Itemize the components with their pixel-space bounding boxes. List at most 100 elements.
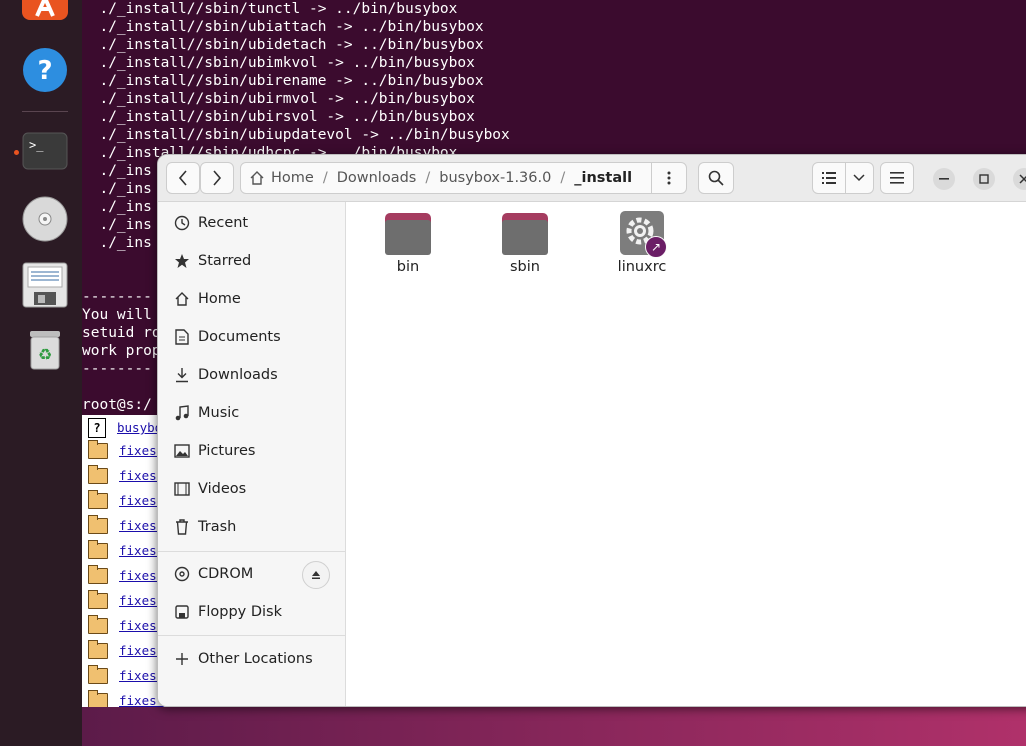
sidebar-item-other-locations[interactable]: Other Locations (158, 642, 345, 676)
help-icon[interactable]: ? (22, 47, 68, 93)
minimize-icon (939, 178, 949, 180)
disc-icon (174, 566, 190, 582)
folder-icon (501, 211, 549, 255)
folder-icon (384, 211, 432, 255)
sidebar-item-home[interactable]: Home (158, 282, 345, 316)
executable-link-icon: ↗ (618, 211, 667, 258)
app-center-icon[interactable] (22, 0, 68, 36)
list-item: fixes- (88, 613, 164, 638)
clock-icon (174, 215, 190, 231)
path-segment-current[interactable]: _install (568, 170, 638, 186)
file-view[interactable]: bin sbin ↗ linuxrc (346, 202, 1026, 706)
terminal-line: ./_install//sbin/ubirename -> ../bin/bus… (82, 73, 484, 89)
picture-icon (174, 444, 190, 458)
view-toggle-button[interactable] (812, 162, 874, 194)
list-item: fixes- (88, 538, 164, 563)
terminal-line: ./_install//sbin/ubirmvol -> ../bin/busy… (82, 91, 475, 107)
main-menu-button[interactable] (880, 162, 914, 194)
file-item-label: linuxrc (617, 259, 667, 275)
sidebar-item-starred[interactable]: Starred (158, 244, 345, 278)
path-menu-button[interactable] (652, 171, 686, 185)
path-segment-downloads[interactable]: Downloads (331, 170, 423, 186)
back-button[interactable] (166, 162, 200, 194)
unknown-file-icon: ? (88, 417, 106, 438)
folder-icon (88, 664, 108, 684)
plus-icon (176, 653, 188, 665)
sidebar-item-label: Starred (198, 253, 252, 269)
list-item: fixes- (88, 488, 164, 513)
sidebar-item-label: Pictures (198, 443, 256, 459)
close-button[interactable] (1013, 168, 1026, 190)
sidebar-divider (158, 551, 345, 552)
kebab-menu-icon (667, 171, 671, 185)
document-icon (175, 329, 189, 345)
sidebar-item-label: Other Locations (198, 651, 313, 667)
search-button[interactable] (698, 162, 734, 194)
path-home[interactable]: Home (241, 170, 320, 186)
sidebar-item-cdrom[interactable]: CDROM (158, 557, 345, 591)
list-item: fixes- (88, 513, 164, 538)
chevron-left-icon (178, 170, 187, 186)
list-item: fixes- (88, 663, 164, 688)
floppy-icon[interactable] (22, 262, 68, 308)
list-item: fixes- (88, 638, 164, 663)
symlink-arrow-icon: ↗ (645, 236, 667, 258)
file-manager-window: Home / Downloads / busybox-1.36.0 / _ins… (157, 154, 1026, 707)
folder-icon (88, 539, 108, 559)
sidebar-item-label: CDROM (198, 566, 254, 582)
dock: ? >_ ♻ (0, 0, 83, 746)
svg-text:♻: ♻ (38, 345, 52, 364)
list-view-button[interactable] (813, 172, 845, 184)
floppy-icon (175, 605, 189, 619)
disc-icon[interactable] (22, 196, 68, 242)
folder-icon (88, 689, 108, 707)
sidebar-item-trash[interactable]: Trash (158, 510, 345, 544)
music-note-icon (175, 405, 189, 421)
sidebar-item-label: Documents (198, 329, 281, 345)
file-item-bin[interactable]: bin (366, 211, 450, 275)
trash-icon (176, 519, 188, 535)
chevron-down-icon (853, 174, 865, 182)
sidebar-item-pictures[interactable]: Pictures (158, 434, 345, 468)
sidebar: Recent Starred Home Documents Downloads … (158, 202, 346, 706)
eject-icon (312, 571, 320, 579)
dock-separator (22, 111, 68, 112)
terminal-icon[interactable]: >_ (22, 131, 68, 171)
eject-button[interactable] (302, 561, 330, 589)
sidebar-item-label: Videos (198, 481, 247, 497)
sidebar-item-music[interactable]: Music (158, 396, 345, 430)
path-separator: / (322, 170, 328, 186)
folder-icon (88, 439, 108, 459)
svg-text:?: ? (37, 56, 52, 86)
sidebar-item-label: Downloads (198, 367, 278, 383)
film-icon (174, 482, 190, 496)
sidebar-divider (158, 635, 345, 636)
maximize-icon (979, 174, 989, 184)
file-item-label: sbin (510, 259, 540, 275)
sidebar-item-recent[interactable]: Recent (158, 206, 345, 240)
close-icon (1019, 174, 1026, 184)
folder-icon (88, 589, 108, 609)
folder-icon (88, 489, 108, 509)
trash-icon[interactable]: ♻ (22, 327, 68, 373)
list-item-link[interactable]: busybo (117, 420, 162, 435)
view-options-button[interactable] (846, 174, 873, 182)
list-item: fixes- (88, 463, 164, 488)
folder-icon (88, 639, 108, 659)
home-icon (250, 171, 264, 185)
maximize-button[interactable] (973, 168, 995, 190)
sidebar-item-label: Recent (198, 215, 249, 231)
sidebar-item-videos[interactable]: Videos (158, 472, 345, 506)
sidebar-item-documents[interactable]: Documents (158, 320, 345, 354)
minimize-button[interactable] (933, 168, 955, 190)
sidebar-item-floppy[interactable]: Floppy Disk (158, 595, 345, 629)
forward-button[interactable] (200, 162, 234, 194)
path-segment-busybox[interactable]: busybox-1.36.0 (433, 170, 557, 186)
desktop-background (82, 707, 1026, 746)
file-item-sbin[interactable]: sbin (483, 211, 567, 275)
file-item-linuxrc[interactable]: ↗ linuxrc (600, 211, 684, 275)
folder-icon (88, 514, 108, 534)
sidebar-item-downloads[interactable]: Downloads (158, 358, 345, 392)
list-item: fixes- (88, 563, 164, 588)
sidebar-item-label: Music (198, 405, 240, 421)
